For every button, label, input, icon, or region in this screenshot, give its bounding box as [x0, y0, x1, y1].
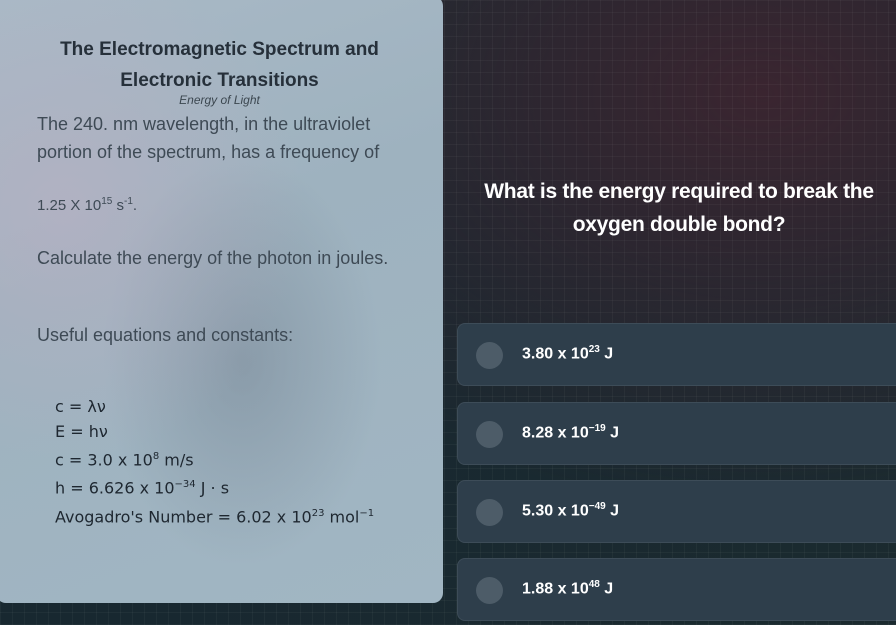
constant-speed-of-light: c = 3.0 x 108 m/s [55, 444, 374, 472]
constant-c-base: c = 3.0 x 10 [55, 450, 153, 470]
option-4-unit: J [599, 580, 614, 598]
card-title: The Electromagnetic Spectrum and Electro… [0, 34, 443, 96]
frequency-value: 1.25 X 1015 s-1. [37, 196, 137, 214]
constant-c-unit: m/s [159, 450, 194, 470]
constant-h-base: h = 6.626 x 10 [55, 478, 175, 498]
card-title-line1: The Electromagnetic Spectrum and [60, 39, 379, 60]
constant-h-unit: J · s [195, 478, 230, 498]
problem-paragraph: The 240. nm wavelength, in the ultraviol… [37, 114, 380, 162]
option-2-unit: J [605, 424, 620, 442]
option-2-exp: −19 [588, 423, 606, 434]
frequency-base: 1.25 X 10 [37, 197, 102, 214]
card-subtitle: Energy of Light [179, 93, 260, 107]
option-1-unit: J [599, 345, 614, 363]
frequency-exponent: 15 [101, 196, 113, 207]
constant-avogadro: Avogadro's Number = 6.02 x 1023 mol−1 [55, 501, 374, 529]
answer-option-4-text: 1.88 x 1048 J [522, 579, 613, 598]
option-3-exp: −49 [588, 501, 606, 512]
constant-na-base: Avogadro's Number = 6.02 x 10 [55, 506, 312, 526]
radio-button-2[interactable] [476, 421, 503, 448]
radio-button-3[interactable] [476, 499, 503, 526]
constant-planck: h = 6.626 x 10−34 J · s [55, 472, 374, 500]
option-4-base: 1.88 x 10 [522, 580, 589, 598]
instruction-paragraph: Calculate the energy of the photon in jo… [37, 248, 389, 268]
equation-wave: c = λν [55, 397, 106, 416]
option-2-base: 8.28 x 10 [522, 424, 589, 442]
answer-option-2-text: 8.28 x 10−19 J [522, 423, 619, 442]
option-4-exp: 48 [588, 579, 600, 590]
equation-energy: E = hν [55, 422, 108, 441]
frequency-unit-exponent: -1 [124, 196, 133, 207]
info-card: The Electromagnetic Spectrum and Electro… [0, 0, 443, 603]
answer-option-2[interactable]: 8.28 x 10−19 J [457, 402, 896, 465]
constant-h-exp: −34 [174, 479, 196, 491]
constant-na-unit-exp: −1 [359, 507, 375, 519]
frequency-end: . [132, 197, 138, 214]
constant-na-exp: 23 [311, 507, 325, 519]
radio-button-1[interactable] [476, 342, 503, 369]
equations-list: c = λν E = hν c = 3.0 x 108 m/s h = 6.62… [55, 394, 374, 529]
card-title-line2: Electronic Transitions [120, 70, 319, 91]
answer-option-1[interactable]: 3.80 x 1023 J [457, 323, 896, 386]
answer-option-1-text: 3.80 x 1023 J [522, 344, 613, 363]
option-1-base: 3.80 x 10 [522, 345, 589, 363]
constants-heading: Useful equations and constants: [37, 325, 294, 345]
answer-option-3[interactable]: 5.30 x 10−49 J [457, 480, 896, 543]
option-3-base: 5.30 x 10 [522, 502, 589, 520]
radio-button-4[interactable] [476, 577, 503, 604]
option-3-unit: J [605, 502, 620, 520]
answer-option-4[interactable]: 1.88 x 1048 J [457, 558, 896, 621]
option-1-exp: 23 [588, 344, 600, 355]
constant-na-unit: mol [324, 506, 360, 526]
answer-option-3-text: 5.30 x 10−49 J [522, 501, 619, 520]
frequency-unit: s [112, 197, 125, 214]
question-text: What is the energy required to break the… [484, 180, 874, 236]
